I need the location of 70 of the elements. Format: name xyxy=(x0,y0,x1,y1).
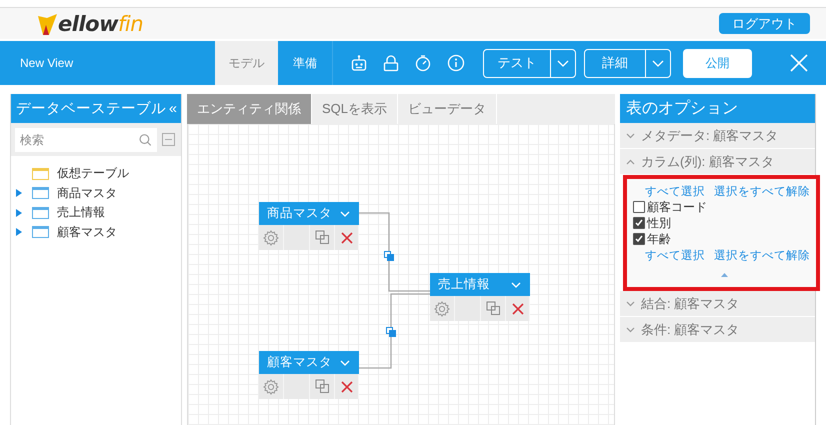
logo-text: ellowfin xyxy=(58,12,144,36)
entity-name: 商品マスタ xyxy=(267,205,332,222)
chevron-up-icon[interactable] xyxy=(626,158,635,164)
info-icon[interactable] xyxy=(447,54,465,72)
view-tab[interactable]: エンティティ関係 xyxy=(187,94,312,124)
checkbox-label: 性別 xyxy=(647,214,671,232)
entity-name: 顧客マスタ xyxy=(267,354,332,371)
text-link[interactable]: 選択をすべて解除 xyxy=(714,184,810,198)
caret-icon[interactable] xyxy=(557,60,569,66)
caret-icon[interactable] xyxy=(652,60,664,66)
text-link[interactable]: すべて選択 xyxy=(645,184,705,198)
logout-button[interactable]: ログアウト xyxy=(719,13,810,34)
view-title: New View xyxy=(19,56,74,70)
section-header[interactable]: 条件: 顧客マスタ xyxy=(620,317,815,343)
expand-arrow-icon[interactable] xyxy=(16,208,22,217)
panel-title: 表のオプション xyxy=(620,94,815,123)
tree-item[interactable]: 売上情報 xyxy=(11,203,181,222)
logo-mark-icon xyxy=(38,14,58,36)
search-box[interactable]: 検索 xyxy=(15,128,157,152)
toolbar-tab[interactable]: モデル xyxy=(215,41,278,85)
tree-item[interactable]: 商品マスタ xyxy=(11,184,181,203)
split-button[interactable]: 詳細 xyxy=(584,48,671,78)
table-icon xyxy=(32,206,49,219)
checkbox-label: 顧客コード xyxy=(647,198,707,216)
gear-icon[interactable] xyxy=(263,378,279,394)
tree-item[interactable]: 顧客マスタ xyxy=(11,222,181,242)
join-icon[interactable] xyxy=(384,251,394,261)
collapse-all-icon[interactable] xyxy=(162,133,175,146)
search-icon[interactable] xyxy=(139,132,152,146)
section-title: カラム(列): 顧客マスタ xyxy=(641,152,774,170)
text-link[interactable]: すべて選択 xyxy=(645,248,705,262)
chevron-down-icon[interactable] xyxy=(626,326,635,332)
section-header[interactable]: カラム(列): 顧客マスタ xyxy=(620,149,815,175)
copy-icon[interactable] xyxy=(486,301,500,316)
split-button[interactable]: テスト xyxy=(483,48,576,78)
lock-icon[interactable] xyxy=(383,54,399,72)
chevron-down-icon[interactable] xyxy=(626,132,635,138)
expand-arrow-icon[interactable] xyxy=(16,228,22,236)
section-title: 結合: 顧客マスタ xyxy=(641,294,740,312)
section-header[interactable]: メタデータ: 顧客マスタ xyxy=(620,123,815,149)
section-header[interactable]: 結合: 顧客マスタ xyxy=(620,291,815,317)
section-title: 条件: 顧客マスタ xyxy=(641,320,740,338)
close-icon[interactable] xyxy=(790,54,808,72)
checkbox[interactable] xyxy=(633,233,645,245)
chevron-down-icon[interactable] xyxy=(626,300,635,306)
table-icon xyxy=(32,187,49,200)
robot-icon[interactable] xyxy=(350,54,368,72)
delete-icon[interactable] xyxy=(340,380,352,392)
table-icon xyxy=(32,226,49,238)
checkbox[interactable] xyxy=(633,217,645,229)
expand-arrow-icon[interactable] xyxy=(16,189,22,198)
join-icon[interactable] xyxy=(386,327,396,337)
table-icon xyxy=(32,168,49,180)
tree-item[interactable]: 仮想テーブル xyxy=(11,164,181,184)
publish-button[interactable]: 公開 xyxy=(683,48,752,78)
stopwatch-icon[interactable] xyxy=(414,54,432,72)
copy-icon[interactable] xyxy=(314,379,330,394)
gear-icon[interactable] xyxy=(263,230,279,246)
panel-title: データベーステーブル xyxy=(16,100,166,118)
collapse-toggle[interactable]: « xyxy=(168,100,177,116)
checkbox[interactable] xyxy=(633,201,645,213)
text-link[interactable]: 選択をすべて解除 xyxy=(714,248,810,262)
copy-icon[interactable] xyxy=(314,230,330,245)
entity-name: 売上情報 xyxy=(438,276,490,293)
gear-icon[interactable] xyxy=(434,300,450,316)
delete-icon[interactable] xyxy=(512,302,524,314)
delete-icon[interactable] xyxy=(340,232,352,244)
checkbox-label: 年齢 xyxy=(647,230,671,248)
section-title: メタデータ: 顧客マスタ xyxy=(641,126,778,144)
collapse-icon[interactable] xyxy=(721,273,728,277)
